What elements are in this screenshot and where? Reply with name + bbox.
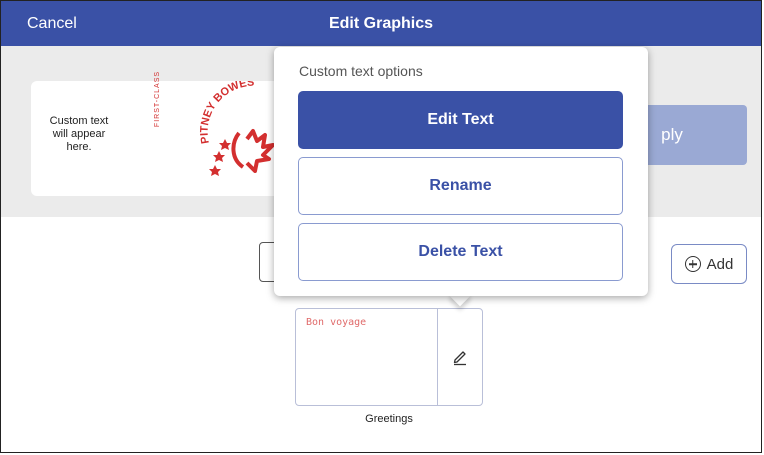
tile-text: Bon voyage bbox=[306, 317, 367, 328]
delete-text-button[interactable]: Delete Text bbox=[298, 223, 623, 281]
edit-text-button[interactable]: Edit Text bbox=[298, 91, 623, 149]
custom-text-tile-preview[interactable]: Bon voyage bbox=[296, 309, 438, 405]
custom-text-options-popover: Custom text options Edit Text Rename Del… bbox=[274, 47, 648, 296]
first-class-label: FIRST-CLASS bbox=[154, 70, 161, 128]
tile-label: Greetings bbox=[365, 413, 413, 425]
custom-text-tile: Bon voyage bbox=[295, 308, 483, 406]
add-circle-icon bbox=[684, 256, 701, 272]
svg-text:PITNEY BOWES: PITNEY BOWES bbox=[199, 81, 255, 145]
rename-button[interactable]: Rename bbox=[298, 157, 623, 215]
custom-text-preview: Custom text will appear here. bbox=[49, 115, 109, 153]
app-frame: Cancel Edit Graphics Custom text will ap… bbox=[0, 0, 762, 453]
tile-edit-button[interactable] bbox=[438, 309, 482, 405]
top-bar: Cancel Edit Graphics bbox=[1, 1, 761, 46]
stamp-text: PITNEY BOWES bbox=[199, 81, 255, 145]
popover-title: Custom text options bbox=[299, 63, 423, 79]
page-title: Edit Graphics bbox=[328, 15, 434, 32]
pencil-icon bbox=[453, 351, 466, 366]
add-button-label: Add bbox=[706, 255, 734, 273]
indicia-preview-card: Custom text will appear here. FIRST-CLAS… bbox=[31, 71, 291, 196]
add-button[interactable]: Add bbox=[671, 244, 747, 284]
